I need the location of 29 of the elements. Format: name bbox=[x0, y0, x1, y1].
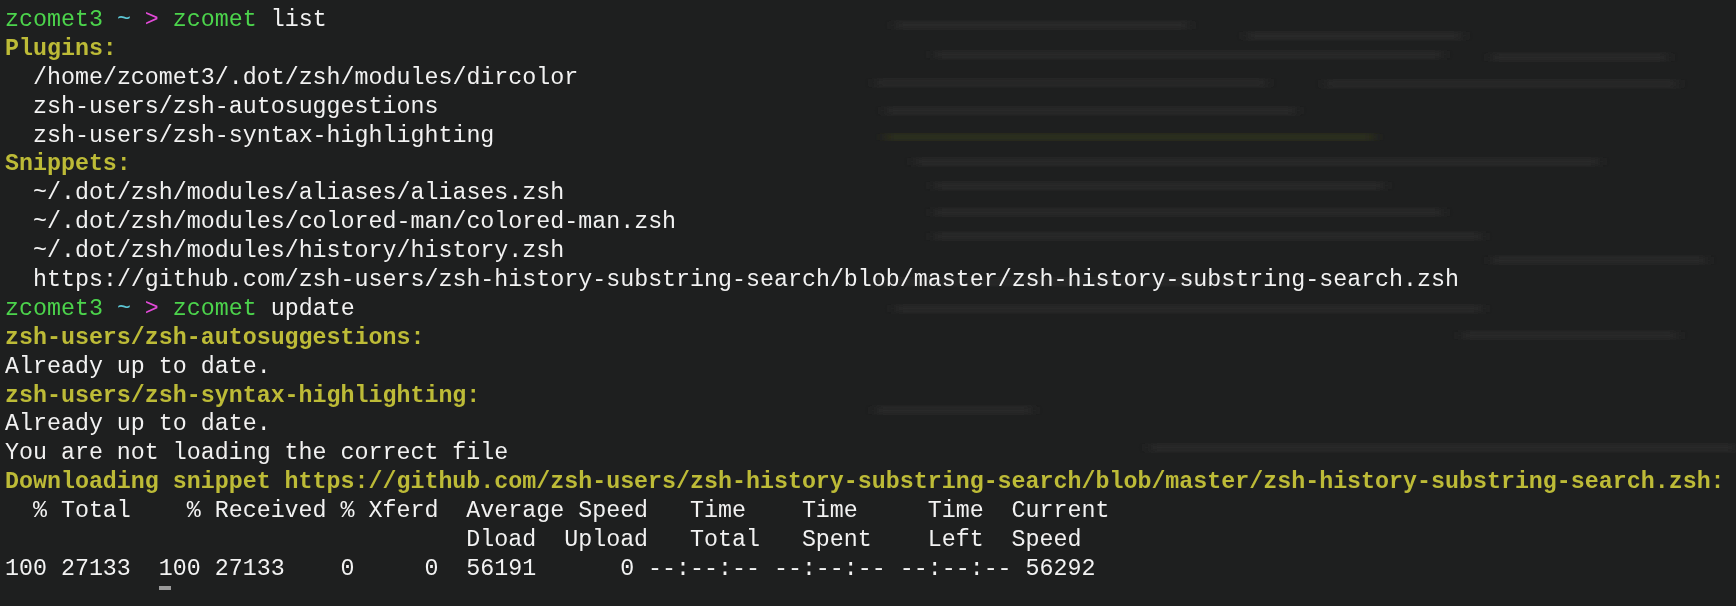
output-line: You are not loading the correct file bbox=[5, 439, 509, 469]
command-name: zcomet bbox=[172, 6, 257, 35]
output-line: https://github.com/zsh-users/zsh-history-substring-search/blob/master/zsh-history-substring-search.zsh bbox=[33, 266, 1459, 295]
section-heading: Plugins: bbox=[5, 34, 117, 64]
output-line: ~/.dot/zsh/modules/colored-man/colored-man.zsh bbox=[33, 208, 677, 238]
cursor-icon bbox=[159, 585, 171, 590]
prompt-user: zcomet3 bbox=[5, 294, 103, 324]
output-line: Already up to date. bbox=[5, 352, 271, 382]
command-name: zcomet bbox=[172, 294, 257, 324]
output-line: zsh-users/zsh-autosuggestions bbox=[33, 92, 439, 122]
prompt-path: ~ bbox=[116, 294, 131, 324]
prompt-path: ~ bbox=[116, 6, 131, 35]
output-line: 100 27133 100 27133 0 0 56191 0 --:--:-- --:--:-- --:--:-- 56292 bbox=[5, 554, 1096, 584]
output-heading: zsh-users/zsh-autosuggestions: bbox=[5, 323, 425, 353]
output-line: Already up to date. bbox=[5, 410, 271, 440]
output-line: /home/zcomet3/.dot/zsh/modules/dircolor bbox=[33, 63, 579, 93]
output-line: ~/.dot/zsh/modules/history/history.zsh bbox=[33, 237, 565, 266]
output-line: ~/.dot/zsh/modules/aliases/aliases.zsh bbox=[33, 179, 565, 209]
output-line: % Total % Received % Xferd Average Speed Time Time Time Current bbox=[31, 497, 1110, 527]
output-heading: Downloading snippet https://github.com/zsh-users/zsh-history-substring-search/blob/master/zsh-history-substring-search.zsh: bbox=[5, 468, 1725, 498]
prompt-symbol: > bbox=[144, 294, 159, 324]
section-heading: Snippets: bbox=[5, 150, 131, 180]
command-argument: list bbox=[270, 6, 327, 35]
output-line: Dload Upload Total Spent Left Speed bbox=[465, 526, 1082, 555]
output-line: zsh-users/zsh-syntax-highlighting bbox=[33, 121, 495, 151]
command-argument: update bbox=[270, 294, 355, 324]
output-heading: zsh-users/zsh-syntax-highlighting: bbox=[5, 381, 481, 411]
prompt-symbol: > bbox=[144, 6, 159, 35]
prompt-user: zcomet3 bbox=[5, 6, 103, 35]
